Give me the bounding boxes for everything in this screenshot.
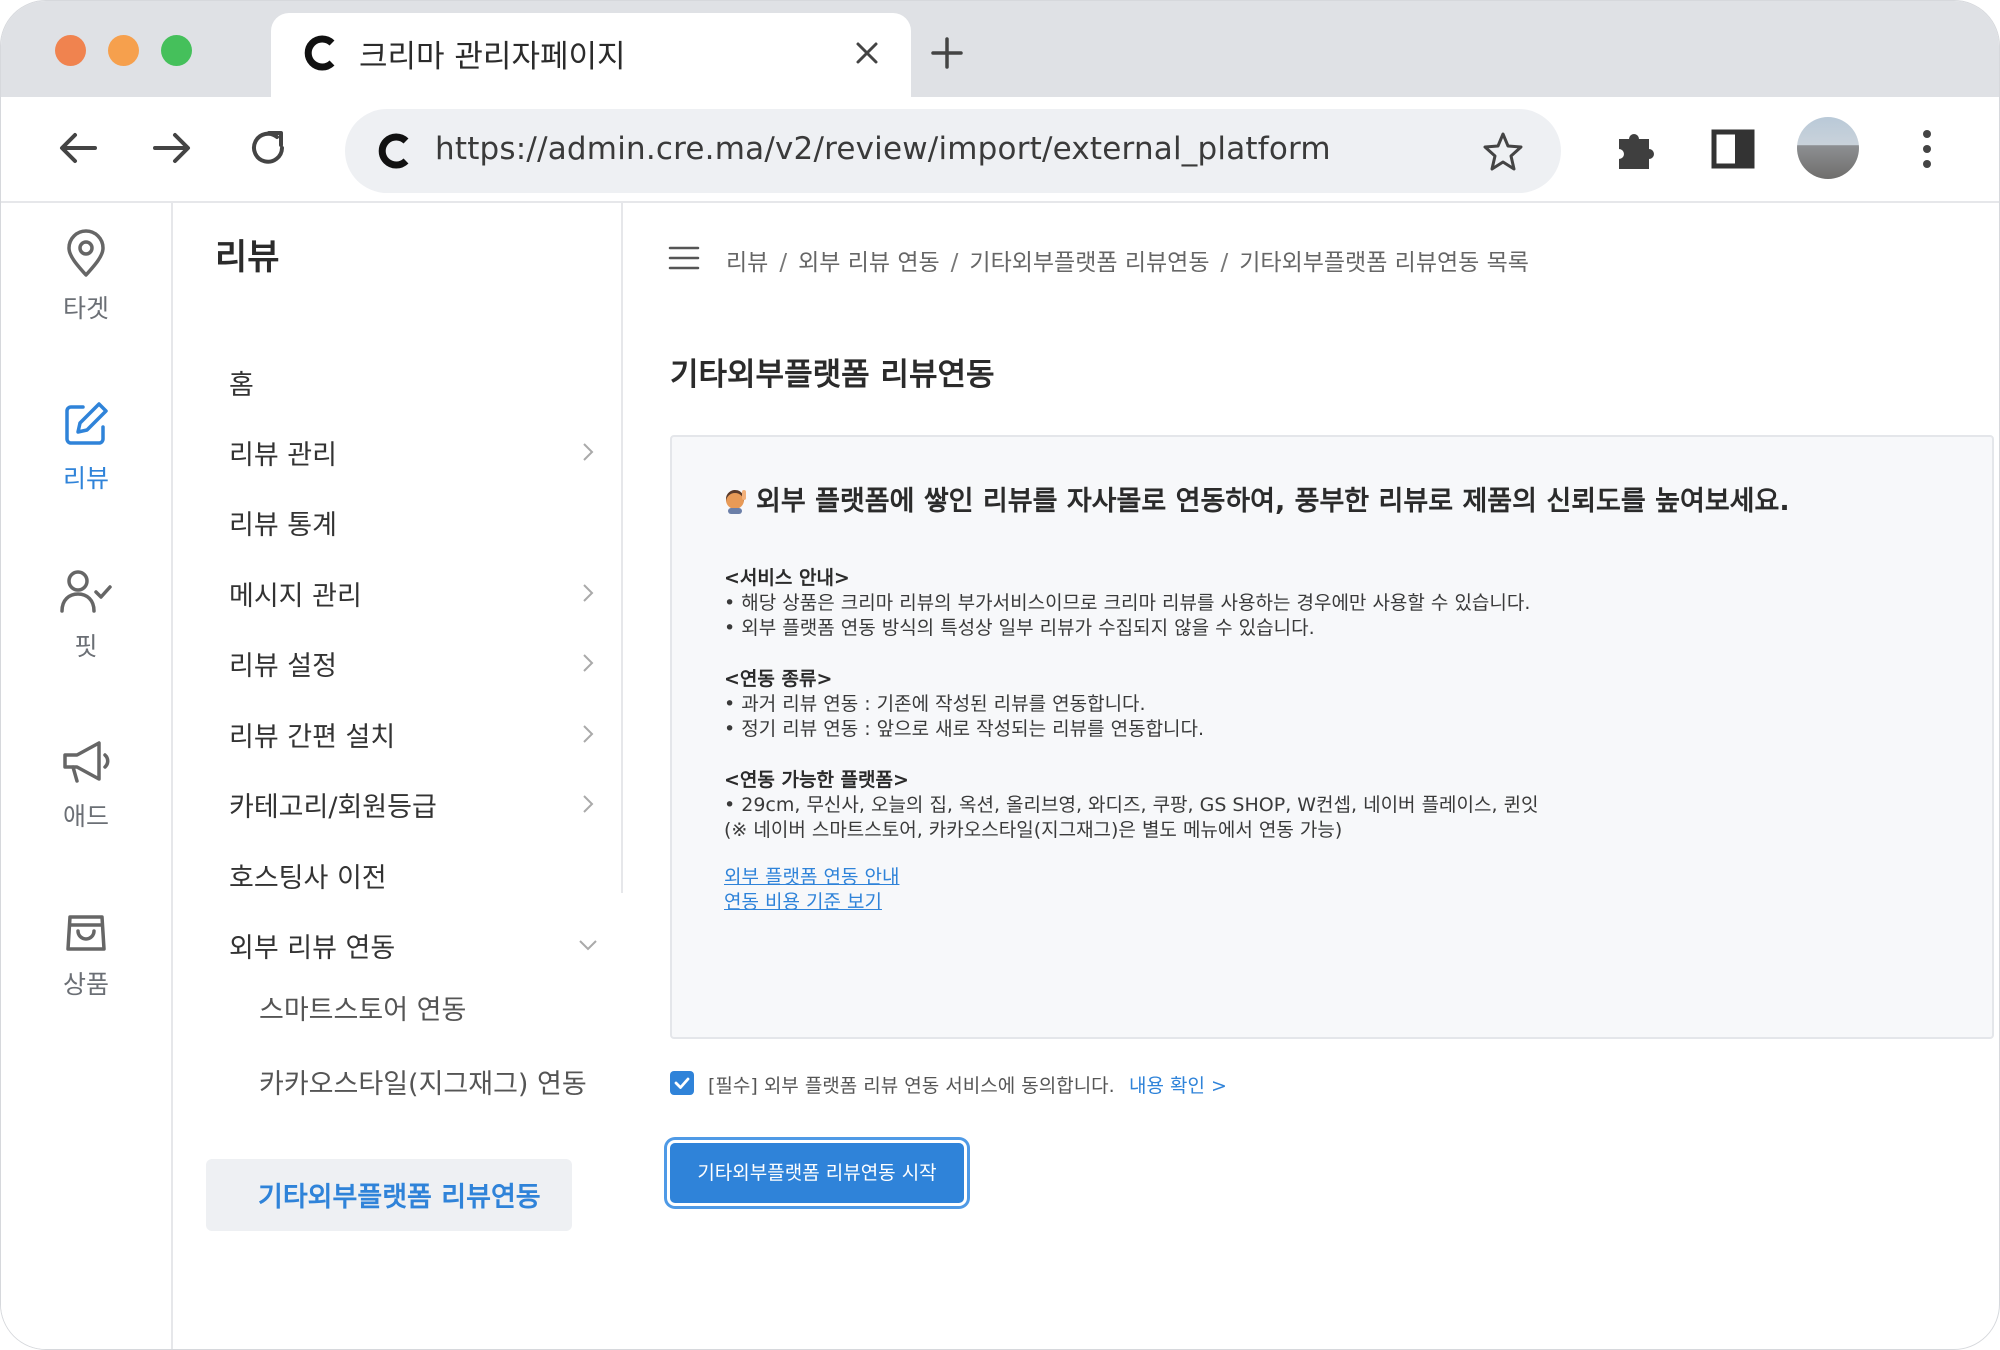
menu-item-label: 홈 <box>229 370 254 401</box>
rail-item-review[interactable]: 리뷰 <box>1 399 171 495</box>
more-menu-icon[interactable] <box>1903 125 1951 173</box>
chevron-right-icon <box>583 443 594 461</box>
rail-item-product[interactable]: 상품 <box>1 903 171 1001</box>
submenu-label: 기타외부플랫폼 리뷰연동 <box>258 1182 541 1213</box>
agreement-text[interactable]: [필수] 외부 플랫폼 리뷰 연동 서비스에 동의합니다. <box>708 1071 1115 1098</box>
menu-item-category-grade[interactable]: 카테고리/회원등급 <box>229 775 599 835</box>
map-pin-icon <box>67 229 105 277</box>
breadcrumb-separator: / <box>1220 250 1229 276</box>
shopping-bag-icon <box>66 915 106 951</box>
agreement-checkbox[interactable] <box>670 1071 694 1095</box>
rail-label: 상품 <box>62 970 109 999</box>
rail-label: 애드 <box>62 802 109 831</box>
service-info-box: 외부 플랫폼에 쌓인 리뷰를 자사몰로 연동하여, 풍부한 리뷰로 제품의 신뢰… <box>670 435 1994 1039</box>
platform-guide-link[interactable]: 외부 플랫폼 연동 안내 <box>724 862 899 889</box>
rail-label: 핏 <box>74 632 98 661</box>
menu-item-review-stats[interactable]: 리뷰 통계 <box>229 493 599 553</box>
rail-item-ad[interactable]: 애드 <box>1 737 171 833</box>
breadcrumb-item[interactable]: 기타외부플랫폼 리뷰연동 <box>969 250 1209 276</box>
info-headline-text: 외부 플랫폼에 쌓인 리뷰를 자사몰로 연동하여, 풍부한 리뷰로 제품의 신뢰… <box>756 486 1790 517</box>
menu-item-label: 외부 리뷰 연동 <box>229 933 396 964</box>
browser-window: 크리마 관리자페이지 https://admin.cre.ma/v2/revie… <box>0 0 2000 1350</box>
types-line: • 과거 리뷰 연동 : 기존에 작성된 리뷰를 연동합니다. <box>724 693 1146 715</box>
chevron-right-icon <box>583 795 594 813</box>
info-headline: 외부 플랫폼에 쌓인 리뷰를 자사몰로 연동하여, 풍부한 리뷰로 제품의 신뢰… <box>722 479 1790 518</box>
profile-avatar[interactable] <box>1797 117 1859 179</box>
menu-item-label: 호스팅사 이전 <box>229 863 387 894</box>
rail-label: 리뷰 <box>62 464 109 493</box>
back-arrow-icon[interactable] <box>55 125 101 171</box>
tab-close-icon[interactable] <box>851 37 883 69</box>
menu-item-review-manage[interactable]: 리뷰 관리 <box>229 423 599 483</box>
chevron-down-icon <box>579 940 597 951</box>
agreement-detail-link[interactable]: 내용 확인 > <box>1129 1071 1227 1098</box>
breadcrumb-item: 기타외부플랫폼 리뷰연동 목록 <box>1239 250 1529 276</box>
edit-icon <box>65 402 108 445</box>
breadcrumb-separator: / <box>950 250 959 276</box>
menu-item-label: 리뷰 관리 <box>229 440 337 471</box>
megaphone-icon <box>63 741 110 783</box>
breadcrumb-item[interactable]: 외부 리뷰 연동 <box>798 250 940 276</box>
page-title: 기타외부플랫폼 리뷰연동 <box>670 357 995 393</box>
menu-item-label: 카테고리/회원등급 <box>229 792 437 823</box>
menu-item-label: 리뷰 통계 <box>229 510 337 541</box>
rail-item-target[interactable]: 타겟 <box>1 229 171 325</box>
menu-item-home[interactable]: 홈 <box>229 353 599 413</box>
url-text[interactable]: https://admin.cre.ma/v2/review/import/ex… <box>435 131 1331 167</box>
browser-toolbar: https://admin.cre.ma/v2/review/import/ex… <box>1 97 1999 203</box>
review-menu: 리뷰 홈 리뷰 관리 리뷰 통계 메시지 관리 리뷰 설정 리뷰 간편 설치 카… <box>173 203 621 1349</box>
menu-item-review-settings[interactable]: 리뷰 설정 <box>229 634 599 694</box>
app-icon-rail: 타겟 리뷰 핏 애드 상품 <box>1 203 173 1349</box>
user-check-icon <box>60 570 112 613</box>
menu-title: 리뷰 <box>215 238 280 278</box>
rail-label: 타겟 <box>62 294 109 323</box>
chevron-right-icon <box>583 654 594 672</box>
rail-item-fit[interactable]: 핏 <box>1 567 171 663</box>
tab-title: 크리마 관리자페이지 <box>359 39 626 75</box>
service-line: • 해당 상품은 크리마 리뷰의 부가서비스이므로 크리마 리뷰를 사용하는 경… <box>724 592 1531 614</box>
crema-logo-icon <box>304 35 335 71</box>
forward-arrow-icon[interactable] <box>149 125 195 171</box>
submenu-kakaostyle[interactable]: 카카오스타일(지그재그) 연동 <box>259 1065 599 1105</box>
service-line: • 외부 플랫폼 연동 방식의 특성상 일부 리뷰가 수집되지 않을 수 있습니… <box>724 617 1315 639</box>
side-panel-icon[interactable] <box>1709 125 1757 173</box>
address-bar[interactable]: https://admin.cre.ma/v2/review/import/ex… <box>345 109 1561 193</box>
menu-item-label: 메시지 관리 <box>229 581 362 612</box>
breadcrumb: 리뷰 / 외부 리뷰 연동 / 기타외부플랫폼 리뷰연동 / 기타외부플랫폼 리뷰연동 목록 <box>726 243 1529 277</box>
extensions-puzzle-icon[interactable] <box>1613 125 1661 173</box>
breadcrumb-separator: / <box>779 250 788 276</box>
menu-item-external-review[interactable]: 외부 리뷰 연동 <box>229 916 599 976</box>
menu-item-easy-install[interactable]: 리뷰 간편 설치 <box>229 705 599 765</box>
window-close-button[interactable] <box>55 35 86 66</box>
breadcrumb-item[interactable]: 리뷰 <box>726 250 768 276</box>
menu-item-label: 리뷰 간편 설치 <box>229 722 396 753</box>
submenu-smartstore[interactable]: 스마트스토어 연동 <box>259 991 599 1031</box>
menu-item-hosting-migration[interactable]: 호스팅사 이전 <box>229 846 599 906</box>
menu-item-message-manage[interactable]: 메시지 관리 <box>229 564 599 624</box>
submenu-other-platform-active[interactable]: 기타외부플랫폼 리뷰연동 <box>206 1159 572 1231</box>
browser-tab[interactable]: 크리마 관리자페이지 <box>271 13 911 97</box>
window-maximize-button[interactable] <box>161 35 192 66</box>
hamburger-menu-icon[interactable] <box>668 245 700 271</box>
tab-strip: 크리마 관리자페이지 <box>1 1 1999 97</box>
reload-icon[interactable] <box>245 125 291 171</box>
bookmark-star-icon[interactable] <box>1481 129 1525 173</box>
cost-criteria-link[interactable]: 연동 비용 기준 보기 <box>724 887 882 914</box>
raising-hand-emoji-icon <box>725 489 746 514</box>
platforms-section-title: <연동 가능한 플랫폼> <box>724 769 909 791</box>
start-integration-button[interactable]: 기타외부플랫폼 리뷰연동 시작 <box>667 1140 967 1206</box>
main-content: 리뷰 / 외부 리뷰 연동 / 기타외부플랫폼 리뷰연동 / 기타외부플랫폼 리뷰연동 목록… <box>623 203 1999 1349</box>
platforms-line: • 29cm, 무신사, 오늘의 집, 옥션, 올리브영, 와디즈, 쿠팡, G… <box>724 794 1539 816</box>
new-tab-icon[interactable] <box>929 35 965 71</box>
crema-logo-icon <box>378 133 409 169</box>
chevron-right-icon <box>583 584 594 602</box>
menu-item-label: 리뷰 설정 <box>229 651 337 682</box>
window-minimize-button[interactable] <box>108 35 139 66</box>
types-section-title: <연동 종류> <box>724 668 833 690</box>
service-section-title: <서비스 안내> <box>724 567 850 589</box>
platforms-note: (※ 네이버 스마트스토어, 카카오스타일(지그재그)은 별도 메뉴에서 연동 … <box>724 819 1343 841</box>
types-line: • 정기 리뷰 연동 : 앞으로 새로 작성되는 리뷰를 연동합니다. <box>724 718 1205 740</box>
chevron-right-icon <box>583 725 594 743</box>
checkmark-icon <box>674 1077 690 1089</box>
